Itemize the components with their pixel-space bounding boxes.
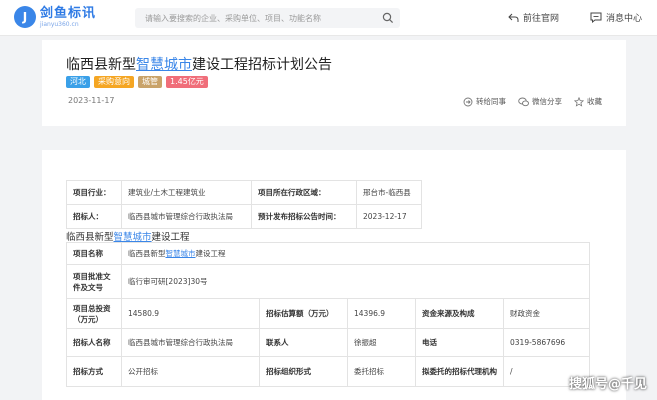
logo-domain: jianyu360.cn [40, 20, 79, 28]
site-logo[interactable]: J 剑鱼标讯 jianyu360.cn [14, 6, 96, 28]
title-prefix: 临西县新型 [66, 57, 136, 73]
search-box [135, 8, 400, 28]
tenderer-name-label: 招标人名称 [66, 328, 122, 357]
forward-button[interactable]: 转给同事 [463, 96, 506, 107]
approval-value: 临行审可研[2023]30号 [121, 264, 590, 299]
wechat-share-label: 微信分享 [532, 97, 562, 106]
back-arrow-icon [508, 13, 519, 22]
forward-icon [463, 97, 473, 106]
favorite-button[interactable]: 收藏 [574, 96, 602, 107]
logo-icon: J [14, 6, 36, 28]
industry-value: 建筑业/土木工程建筑业 [121, 180, 252, 205]
wechat-share-button[interactable]: 微信分享 [518, 96, 562, 107]
project-name-label: 项目名称 [66, 242, 122, 265]
title-suffix: 建设工程招标计划公告 [192, 57, 332, 73]
investment-label: 项目总投资（万元） [66, 298, 122, 329]
goto-official-link[interactable]: 前往官网 [508, 11, 559, 24]
tag-list: 河北 采购意向 城管 1.45亿元 [66, 76, 212, 88]
tag-amount: 1.45亿元 [166, 76, 208, 88]
industry-label: 项目行业： [66, 180, 122, 205]
message-icon [590, 12, 602, 23]
org-form-label: 招标组织形式 [259, 356, 348, 387]
basic-info-table: 项目行业： 建筑业/土木工程建筑业 项目所在行政区域： 邢台市-临西县 招标人：… [66, 180, 422, 229]
estimate-label: 招标估算额（万元） [259, 298, 348, 329]
method-label: 招标方式 [66, 356, 122, 387]
page-title: 临西县新型智慧城市建设工程招标计划公告 [66, 54, 332, 74]
table-row: 项目行业： 建筑业/土木工程建筑业 项目所在行政区域： 邢台市-临西县 [66, 180, 422, 205]
approval-label: 项目批准文件及文号 [66, 264, 122, 299]
fund-value: 财政资金 [503, 298, 590, 329]
forward-label: 转给同事 [476, 97, 506, 106]
fund-label: 资金来源及构成 [415, 298, 504, 329]
tenderer-label: 招标人： [66, 204, 122, 229]
title-keyword[interactable]: 智慧城市 [136, 57, 192, 73]
table-row: 项目总投资（万元） 14580.9 招标估算额（万元） 14396.9 资金来源… [66, 298, 590, 329]
top-header: J 剑鱼标讯 jianyu360.cn 前往官网 消息中心 [0, 0, 657, 36]
estimate-value: 14396.9 [347, 298, 416, 329]
tenderer-name-value: 临西县城市管理综合行政执法局 [121, 328, 260, 357]
phone-label: 电话 [415, 328, 504, 357]
name-keyword[interactable]: 智慧城市 [166, 249, 196, 258]
contact-value: 徐振超 [347, 328, 416, 357]
region-label: 项目所在行政区域： [251, 180, 357, 205]
expected-date-label: 预计发布招标公告时间： [251, 204, 357, 229]
star-icon [574, 96, 584, 107]
org-form-value: 委托招标 [347, 356, 416, 387]
expected-date-value: 2023-12-17 [356, 204, 422, 229]
investment-value: 14580.9 [121, 298, 260, 329]
table-row: 招标人名称 临西县城市管理综合行政执法局 联系人 徐振超 电话 0319-586… [66, 328, 590, 357]
watermark: 搜狐号@千见 [568, 377, 647, 392]
goto-official-label: 前往官网 [523, 14, 560, 24]
agency-label: 拟委托的招标代理机构 [415, 356, 504, 387]
contact-label: 联系人 [259, 328, 348, 357]
tag-type[interactable]: 采购意向 [94, 76, 134, 88]
notice-content-card: 项目行业： 建筑业/土木工程建筑业 项目所在行政区域： 邢台市-临西县 招标人：… [42, 150, 626, 400]
project-subtitle: 临西县新型智慧城市建设工程 [66, 229, 190, 243]
table-row: 项目名称 临西县新型智慧城市建设工程 [66, 242, 590, 265]
notice-header-card: 临西县新型智慧城市建设工程招标计划公告 河北 采购意向 城管 1.45亿元 20… [42, 40, 626, 126]
project-detail-table: 项目名称 临西县新型智慧城市建设工程 项目批准文件及文号 临行审可研[2023]… [66, 242, 590, 387]
tag-region[interactable]: 河北 [66, 76, 90, 88]
tag-category[interactable]: 城管 [138, 76, 162, 88]
phone-value: 0319-5867696 [503, 328, 590, 357]
table-row: 招标人： 临西县城市管理综合行政执法局 预计发布招标公告时间： 2023-12-… [66, 204, 422, 229]
region-value: 邢台市-临西县 [356, 180, 422, 205]
message-center-label: 消息中心 [606, 14, 643, 24]
name-suffix: 建设工程 [195, 249, 226, 258]
favorite-label: 收藏 [587, 97, 602, 106]
search-icon[interactable] [382, 12, 394, 24]
method-value: 公开招标 [121, 356, 260, 387]
project-name-value: 临西县新型智慧城市建设工程 [121, 242, 590, 265]
search-input[interactable] [145, 13, 380, 23]
table-row: 招标方式 公开招标 招标组织形式 委托招标 拟委托的招标代理机构 / [66, 356, 590, 387]
table-row: 项目批准文件及文号 临行审可研[2023]30号 [66, 264, 590, 299]
logo-name: 剑鱼标讯 [40, 5, 97, 21]
publish-date: 2023-11-17 [68, 96, 115, 105]
action-bar: 转给同事 微信分享 收藏 [451, 96, 602, 107]
tenderer-value: 临西县城市管理综合行政执法局 [121, 204, 252, 229]
wechat-icon [518, 97, 529, 106]
name-prefix: 临西县新型 [128, 249, 166, 258]
logo-text: 剑鱼标讯 jianyu360.cn [40, 7, 96, 28]
message-center-link[interactable]: 消息中心 [590, 11, 642, 24]
